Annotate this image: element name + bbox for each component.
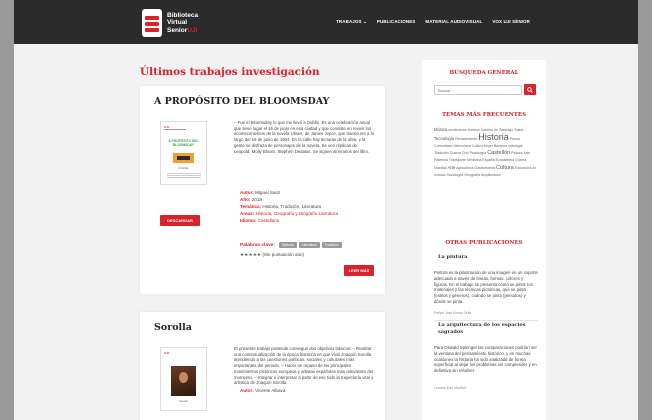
topic-link[interactable]: Historia	[478, 132, 509, 142]
topic-link[interactable]: Música	[434, 127, 447, 132]
post-author: Felipe José Arnau Ortiz	[434, 311, 472, 315]
book-logo-icon	[142, 9, 162, 37]
topic-link[interactable]: Renacimiento	[455, 137, 477, 141]
article-description: – Fue el Bloomsday lo que me llevó a Dub…	[234, 120, 374, 154]
topic-link[interactable]: Cultura	[496, 165, 514, 171]
site-logo[interactable]: Biblioteca Virtual SeniorUJI	[142, 9, 198, 37]
topic-link[interactable]: Guerra Civil	[450, 151, 469, 155]
topic-link[interactable]: Tecnología	[434, 136, 454, 141]
meta-autor: Autor: Miguel Sanz	[240, 190, 281, 195]
tag-tradicion[interactable]: Tradición	[321, 242, 342, 248]
other-publications-heading: OTRAS PUBLICACIONES	[445, 240, 523, 246]
topic-link[interactable]: Arquitectura	[481, 173, 500, 177]
topic-link[interactable]: Pesca	[510, 137, 520, 141]
nav-vox-uji-senior[interactable]: VOX UJI SÈNIOR	[492, 19, 530, 25]
nav-material-audiovisual[interactable]: MATERIAL AUDIOVISUAL	[425, 19, 482, 25]
article-description: El presente trabajo pretende conseguir d…	[234, 346, 374, 386]
topic-link[interactable]: Agricultura	[456, 166, 473, 170]
article-title[interactable]: Sorolla	[154, 322, 192, 333]
search-button[interactable]	[524, 84, 536, 95]
topic-link[interactable]: Tradición	[434, 151, 449, 155]
topic-link[interactable]: Castellón	[487, 150, 510, 156]
search-icon	[527, 87, 533, 93]
post-title[interactable]: La arquitectura de los espacios sagrados	[438, 322, 534, 335]
tag-cloud: Música senderismo turismo Camino de Sant…	[434, 126, 538, 179]
page-title: Últimos trabajos investigación	[140, 66, 320, 78]
topics-heading: TEMAS MÁS FRECUENTES	[441, 112, 527, 118]
logo-text: Biblioteca Virtual SeniorUJI	[167, 11, 199, 34]
topic-link[interactable]: Sociología	[446, 173, 463, 177]
rating-text: (Sin puntuación aún)	[262, 252, 304, 257]
topic-link[interactable]: España	[482, 158, 494, 162]
topic-link[interactable]: Psicología	[470, 151, 487, 155]
topic-link[interactable]: Arte	[523, 151, 530, 155]
meta-ano: Año: 2018	[240, 197, 262, 202]
topic-link[interactable]: senderismo	[448, 128, 467, 132]
topic-link[interactable]: Gastronomía	[474, 166, 495, 170]
post-excerpt: Pintura es la plasmación de una imagen e…	[434, 270, 538, 304]
keywords: Palabras clave: Historia Literatura Trad…	[240, 242, 342, 248]
topic-link[interactable]: Arte	[448, 165, 456, 170]
topic-link[interactable]: Palencia	[434, 158, 448, 162]
meta-tematica: Temática: Historia, Tradición, Literatur…	[240, 204, 322, 209]
meta-areas: Áreas: Historia, Geografía y Biografía L…	[240, 211, 339, 216]
nav-publicaciones[interactable]: PUBLICACIONES	[377, 19, 416, 25]
topic-link[interactable]: Pintura	[511, 151, 522, 155]
star-rating[interactable]: ★★★★★ (Sin puntuación aún)	[240, 252, 304, 258]
post-author: Lloures Edo Monfort	[434, 386, 467, 390]
star-icon[interactable]: ★★★★★	[240, 252, 261, 257]
topic-link[interactable]: música	[434, 173, 445, 177]
divider	[434, 320, 538, 321]
search-input[interactable]	[434, 85, 522, 95]
article-card: Sorolla UJI Sorolla El presente trabajo …	[140, 312, 385, 420]
post-title[interactable]: La pintura	[438, 254, 534, 261]
topic-link[interactable]: Transporte	[449, 158, 466, 162]
article-card: A PROPÓSITO DEL BLOOMSDAY UJI A PROPÓSIT…	[140, 86, 385, 294]
sidebar: BÚSQUEDA GENERAL TEMAS MÁS FRECUENTES Mú…	[422, 60, 546, 420]
topic-link[interactable]: Educación	[515, 166, 532, 170]
topic-link[interactable]: Cultivo	[472, 144, 483, 148]
book-cover-image[interactable]: UJI Sorolla	[160, 347, 207, 411]
topic-link[interactable]: Ar	[532, 166, 536, 170]
meta-autor: Autor: Vicente Albava	[240, 388, 286, 393]
areas-link[interactable]: Historia, Geografía y Biografía Literatu…	[256, 211, 338, 216]
search-heading: BÚSQUEDA GENERAL	[449, 70, 519, 76]
topic-link[interactable]: Bacteria	[494, 144, 507, 148]
top-navbar: Biblioteca Virtual SeniorUJI TRABAJOS ⌄ …	[14, 0, 638, 44]
page: Biblioteca Virtual SeniorUJI TRABAJOS ⌄ …	[14, 0, 638, 420]
tag-literatura[interactable]: Literatura	[298, 242, 320, 248]
post-excerpt: Para Oswald Splenger las comparaciones p…	[434, 345, 537, 374]
topic-link[interactable]: Salud	[514, 128, 523, 132]
topic-link[interactable]: Ecosistema	[496, 158, 515, 162]
meta-idioma: Idioma: Castellano	[240, 218, 280, 223]
topic-link[interactable]: mitología	[508, 144, 523, 148]
topic-link[interactable]: Mujer	[484, 144, 493, 148]
main-nav: TRABAJOS ⌄ PUBLICACIONES MATERIAL AUDIOV…	[336, 19, 530, 25]
article-title[interactable]: A PROPÓSITO DEL BLOOMSDAY	[154, 96, 329, 107]
read-more-button[interactable]: LEER MÁS	[344, 265, 374, 276]
nav-trabajos[interactable]: TRABAJOS ⌄	[336, 19, 367, 25]
topic-link[interactable]: Medicina	[467, 158, 481, 162]
tag-historia[interactable]: Historia	[278, 242, 297, 248]
download-button[interactable]: DESCARGAR	[160, 215, 200, 226]
topic-link[interactable]: Geografía	[464, 173, 480, 177]
book-cover-image[interactable]: UJI A PROPÓSITO DEL BLOOMSDAY Uniq/Ide	[160, 121, 207, 185]
idioma-link[interactable]: Castellano	[258, 218, 280, 223]
topic-link[interactable]: Comunidad Valenciana	[434, 144, 471, 148]
